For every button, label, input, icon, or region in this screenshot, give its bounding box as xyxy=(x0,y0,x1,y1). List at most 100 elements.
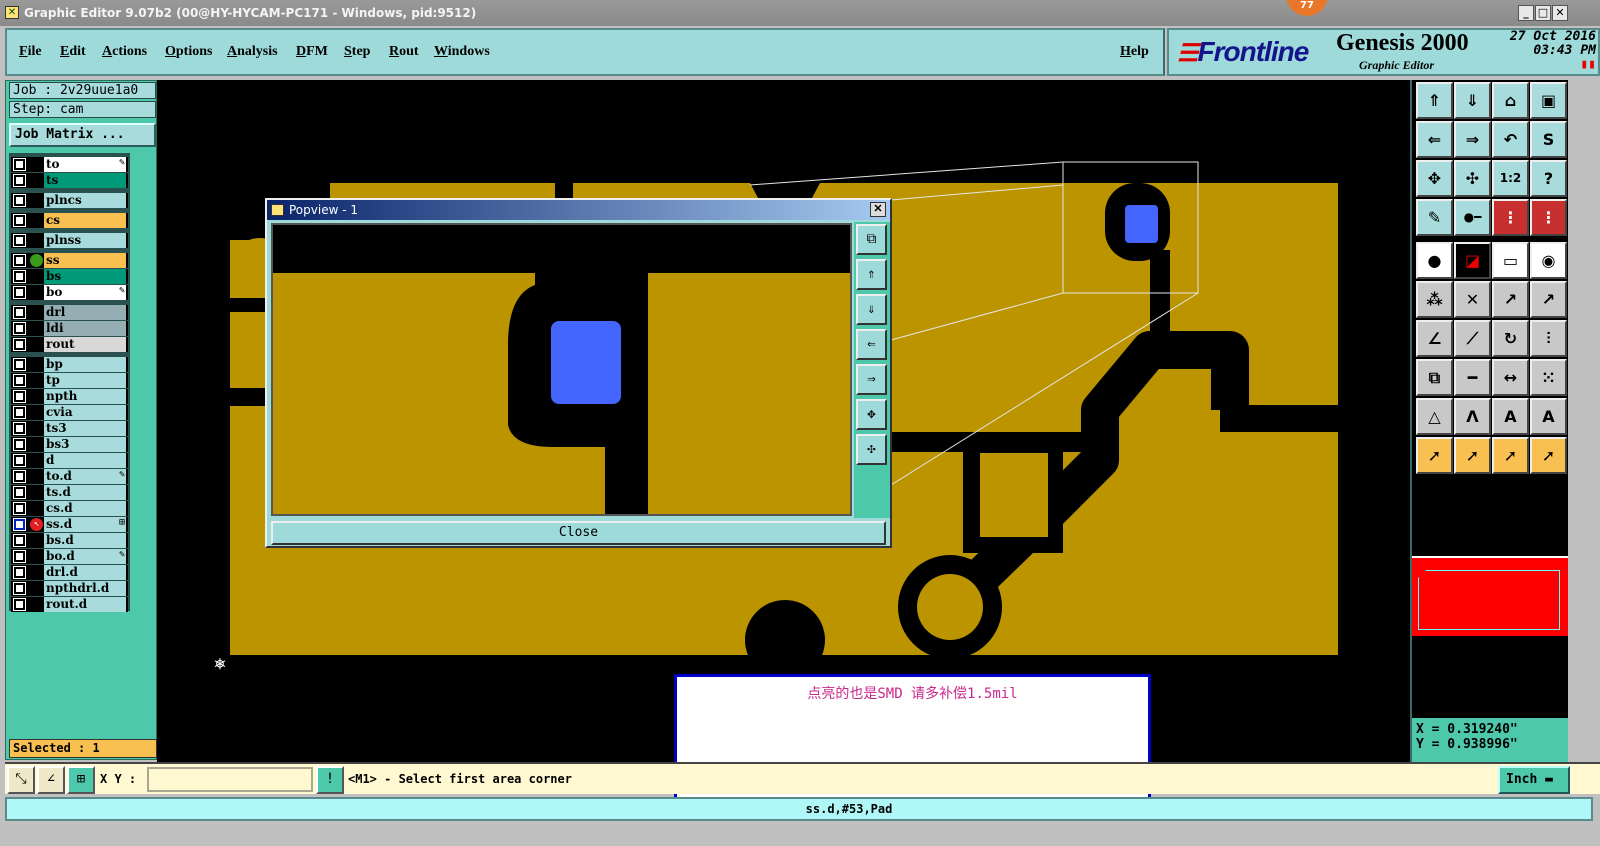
menu-step[interactable]: Step xyxy=(344,44,370,60)
layer-row-bs[interactable]: bs xyxy=(11,269,128,284)
layer-name[interactable]: ss xyxy=(44,253,126,268)
layer-name[interactable]: to.d xyxy=(44,469,126,484)
angle-icon[interactable]: ∠ xyxy=(37,766,65,794)
layer-checkbox[interactable] xyxy=(13,174,26,187)
arc-3-icon[interactable]: A xyxy=(1530,398,1567,435)
pan-up-icon[interactable]: ⇑ xyxy=(856,259,887,290)
layer-row-to[interactable]: to ✎ xyxy=(11,157,128,172)
zoom-in-icon[interactable]: ✣ xyxy=(1454,160,1491,197)
layer-checkbox[interactable] xyxy=(13,390,26,403)
layer-row-bs-d[interactable]: bs.d xyxy=(11,533,128,548)
menu-analysis[interactable]: Analysis xyxy=(227,44,278,60)
ruler-icon[interactable]: ▭ xyxy=(1492,242,1529,279)
layer-name[interactable]: drl xyxy=(44,305,126,320)
layer-row-bo[interactable]: bo ✎ xyxy=(11,285,128,300)
help-icon[interactable]: ? xyxy=(1530,160,1567,197)
layer-row-ts-d[interactable]: ts.d xyxy=(11,485,128,500)
layer-checkbox[interactable] xyxy=(13,286,26,299)
popview-close-icon[interactable]: ✕ xyxy=(870,202,886,217)
arc-icon[interactable]: Λ xyxy=(1454,398,1491,435)
zoom-window-icon[interactable]: ▣ xyxy=(1530,82,1567,119)
layer-name[interactable]: npth xyxy=(44,389,126,404)
layer-name[interactable]: bo.d xyxy=(44,549,126,564)
layer-checkbox[interactable] xyxy=(13,550,26,563)
layer-name[interactable]: plncs xyxy=(44,193,126,208)
layer-name[interactable]: bs3 xyxy=(44,437,126,452)
zoom-fit-icon[interactable]: ⧉ xyxy=(856,224,887,255)
layer-name[interactable]: to xyxy=(44,157,126,172)
layer-name[interactable]: bp xyxy=(44,357,126,372)
layer-name[interactable]: rout.d xyxy=(44,597,126,612)
layer-name[interactable]: bo xyxy=(44,285,126,300)
pan-up-icon[interactable]: ⇑ xyxy=(1416,82,1453,119)
pan-right-icon[interactable]: ⇒ xyxy=(1454,121,1491,158)
layer-row-bp[interactable]: bp xyxy=(11,357,128,372)
xy-input[interactable] xyxy=(147,767,313,792)
menu-windows[interactable]: Windows xyxy=(434,44,490,60)
layer-row-cvia[interactable]: cvia xyxy=(11,405,128,420)
layer-checkbox[interactable] xyxy=(13,374,26,387)
layer-row-npth[interactable]: npth xyxy=(11,389,128,404)
line-split-icon[interactable]: ━ xyxy=(1454,359,1491,396)
delete-icon[interactable]: ✕ xyxy=(1454,281,1491,318)
move-pad-icon[interactable]: ↗ xyxy=(1492,281,1529,318)
layer-checkbox[interactable] xyxy=(13,502,26,515)
zoom-in-icon[interactable]: ✣ xyxy=(856,434,887,465)
layer-checkbox[interactable] xyxy=(13,406,26,419)
menu-file[interactable]: File xyxy=(19,44,42,60)
zoom-out-icon[interactable]: ✥ xyxy=(1416,160,1453,197)
measure-icon[interactable]: ↔ xyxy=(1492,359,1529,396)
layer-name[interactable]: cs.d xyxy=(44,501,126,516)
alert-icon[interactable]: ! xyxy=(316,766,344,794)
layer-name[interactable]: bs xyxy=(44,269,126,284)
layer-row-ss[interactable]: ss xyxy=(11,253,128,268)
zoom-out-icon[interactable]: ✥ xyxy=(856,399,887,430)
netlist-2-icon[interactable]: ⋮ xyxy=(1530,199,1567,236)
menu-options[interactable]: Options xyxy=(165,44,212,60)
snap-icon[interactable]: S xyxy=(1530,121,1567,158)
layer-checkbox[interactable] xyxy=(13,158,26,171)
layer-checkbox[interactable] xyxy=(13,306,26,319)
select-icon[interactable]: ➚ xyxy=(1416,437,1453,474)
layer-name[interactable]: plnss xyxy=(44,233,126,248)
layer-row-ss-d[interactable]: ↖ ss.d ⊞ xyxy=(11,517,128,532)
pan-down-icon[interactable]: ⇓ xyxy=(856,294,887,325)
layer-name[interactable]: npthdrl.d xyxy=(44,581,126,596)
layer-name[interactable]: ts.d xyxy=(44,485,126,500)
close-button[interactable]: ✕ xyxy=(1552,5,1568,21)
layer-name[interactable]: d xyxy=(44,453,126,468)
popview-title-bar[interactable]: Popview - 1 ✕ xyxy=(267,200,890,220)
pan-left-icon[interactable]: ⇐ xyxy=(856,329,887,360)
layer-checkbox[interactable] xyxy=(13,518,26,531)
layer-checkbox[interactable] xyxy=(13,194,26,207)
popview-close-button[interactable]: Close xyxy=(271,521,886,545)
minimize-button[interactable]: _ xyxy=(1518,5,1534,21)
layer-row-d[interactable]: d xyxy=(11,453,128,468)
tools-icon[interactable]: ✎ xyxy=(1416,199,1453,236)
layer-row-ts3[interactable]: ts3 xyxy=(11,421,128,436)
menu-rout[interactable]: Rout xyxy=(389,44,419,60)
mirror-icon[interactable]: ⫶ xyxy=(1530,320,1567,357)
grid-icon[interactable]: ⊞ xyxy=(67,766,95,794)
select-net-icon[interactable]: ➚ xyxy=(1530,437,1567,474)
layer-name[interactable]: cvia xyxy=(44,405,126,420)
select-box-icon[interactable]: ➚ xyxy=(1454,437,1491,474)
layer-name[interactable]: drl.d xyxy=(44,565,126,580)
pan-right-icon[interactable]: ⇒ xyxy=(856,364,887,395)
maximize-button[interactable]: □ xyxy=(1535,5,1551,21)
move-pad-2-icon[interactable]: ↗ xyxy=(1530,281,1567,318)
layer-row-to-d[interactable]: to.d ✎ xyxy=(11,469,128,484)
menu-actions[interactable]: Actions xyxy=(102,44,147,60)
home-icon[interactable]: ⌂ xyxy=(1492,82,1529,119)
layer-checkbox[interactable] xyxy=(13,582,26,595)
menu-dfm[interactable]: DFM xyxy=(296,44,328,60)
undo-zoom-icon[interactable]: ↶ xyxy=(1492,121,1529,158)
pad-dash-icon[interactable]: ◉ xyxy=(1530,242,1567,279)
layer-row-plncs[interactable]: plncs xyxy=(11,193,128,208)
pan-left-icon[interactable]: ⇐ xyxy=(1416,121,1453,158)
scale-1-2-icon[interactable]: 1:2 xyxy=(1492,160,1529,197)
layer-name[interactable]: tp xyxy=(44,373,126,388)
layer-row-cs-d[interactable]: cs.d xyxy=(11,501,128,516)
layer-name[interactable]: rout xyxy=(44,337,126,352)
layer-name[interactable]: ts3 xyxy=(44,421,126,436)
